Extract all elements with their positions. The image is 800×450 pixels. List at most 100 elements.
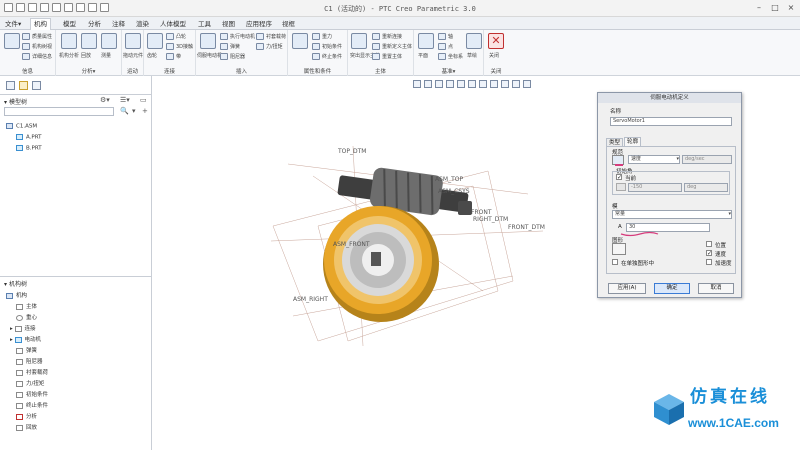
3d-contact-button[interactable]: 3D接触 <box>166 43 193 50</box>
close-icon[interactable]: × <box>784 2 798 14</box>
menu-manikin[interactable]: 人体模型 <box>160 19 186 29</box>
measure-icon[interactable] <box>616 183 626 191</box>
menu-frame[interactable]: 视框 <box>282 19 295 29</box>
find-icon[interactable]: 🔍 <box>120 107 129 115</box>
minimize-icon[interactable]: – <box>752 2 766 14</box>
menu-model[interactable]: 模型 <box>63 19 76 29</box>
mech-tree-header[interactable]: 机构树 <box>4 279 27 288</box>
mech-tree-item[interactable]: 弹簧 <box>16 346 37 354</box>
maximize-icon[interactable]: □ <box>768 2 782 14</box>
menu-render[interactable]: 渲染 <box>136 19 149 29</box>
tree-settings-icon[interactable]: ⚙▾ <box>100 96 110 104</box>
drag-components-label[interactable]: 拖动元件 <box>123 52 143 59</box>
close-window-icon[interactable] <box>100 3 109 12</box>
mass-properties-icon[interactable] <box>292 33 308 49</box>
drag-components-icon[interactable] <box>125 33 141 49</box>
mech-tree-item[interactable]: 机构 <box>6 291 27 299</box>
model-tree-tab-icon[interactable] <box>6 81 15 90</box>
velocity-checkbox[interactable]: ✓ <box>706 250 712 257</box>
open-file-icon[interactable] <box>28 3 37 12</box>
menu-analysis[interactable]: 分析 <box>88 19 101 29</box>
menu-mechanism[interactable]: 机构 <box>30 18 51 30</box>
name-field[interactable]: ServoMotor1 <box>610 117 732 126</box>
favorites-tab-icon[interactable] <box>32 81 41 90</box>
menu-view[interactable]: 视图 <box>222 19 235 29</box>
mech-analysis-label[interactable]: 机构分析 <box>59 52 79 59</box>
mech-tree-item[interactable]: 主体 <box>16 302 37 310</box>
mech-tree-item[interactable]: 力/扭矩 <box>16 379 44 387</box>
point-button[interactable]: 点 <box>438 43 453 50</box>
new-file-icon[interactable] <box>16 3 25 12</box>
initial-angle-field[interactable]: -150 <box>628 183 682 192</box>
csys-button[interactable]: 坐标系 <box>438 53 463 60</box>
initial-condition-button[interactable]: 初始条件 <box>312 43 342 50</box>
gear-label[interactable]: 齿轮 <box>147 52 157 59</box>
redo-icon[interactable] <box>64 3 73 12</box>
force-torque-button[interactable]: 力/扭矩 <box>256 43 283 50</box>
mech-tree-item[interactable]: ▸ 电动机 <box>10 335 41 343</box>
force-motor-button[interactable]: 执行电动机 <box>220 33 255 40</box>
bushing-load-button[interactable]: 衬套载荷 <box>256 33 286 40</box>
mech-tree-item[interactable]: ▸ 连接 <box>10 324 36 332</box>
sketch-label[interactable]: 草绘 <box>467 52 477 59</box>
close-mechanism-label[interactable]: 关闭 <box>489 52 499 59</box>
ok-button[interactable]: 确定 <box>654 283 690 294</box>
undo-icon[interactable] <box>52 3 61 12</box>
measure-label[interactable]: 测量 <box>101 52 111 59</box>
measure-icon[interactable] <box>101 33 117 49</box>
servo-motor-label[interactable]: 伺服电动机 <box>197 52 222 59</box>
mech-tree-item[interactable]: 终止条件 <box>16 401 48 409</box>
apply-button[interactable]: 应用(A) <box>608 283 646 294</box>
window-icon[interactable] <box>88 3 97 12</box>
redefine-bodies-button[interactable]: 重新定义主体 <box>372 43 412 50</box>
axis-button[interactable]: 轴 <box>438 33 453 40</box>
playback-icon[interactable] <box>81 33 97 49</box>
regenerate-icon[interactable] <box>76 3 85 12</box>
mech-tree-item[interactable]: 回放 <box>16 423 37 431</box>
position-checkbox[interactable] <box>706 241 712 247</box>
spec-select[interactable]: 速度 ▾ <box>628 155 680 164</box>
sketch-icon[interactable] <box>466 33 482 49</box>
playback-label[interactable]: 回放 <box>81 52 91 59</box>
save-icon[interactable] <box>40 3 49 12</box>
mech-analysis-icon[interactable] <box>61 33 77 49</box>
separate-graph-checkbox[interactable] <box>612 259 618 265</box>
mech-tree-item[interactable]: 分析 <box>16 412 37 420</box>
plane-label[interactable]: 平面 <box>418 52 428 59</box>
mech-tree-item[interactable]: 衬套载荷 <box>16 368 48 376</box>
tree-search-input[interactable] <box>4 107 114 116</box>
reset-bodies-button[interactable]: 重置主体 <box>372 53 402 60</box>
menu-applications[interactable]: 应用程序 <box>246 19 272 29</box>
mech-tree-item[interactable]: 初始条件 <box>16 390 48 398</box>
magnitude-select[interactable]: 常量 ▾ <box>612 210 732 219</box>
mech-tree-item[interactable]: 重心 <box>16 313 37 321</box>
close-mechanism-icon[interactable]: ✕ <box>488 33 504 49</box>
servo-motor-icon[interactable] <box>200 33 216 49</box>
mech-tree-item[interactable]: 阻尼器 <box>16 357 43 365</box>
gear-icon[interactable] <box>147 33 163 49</box>
cam-button[interactable]: 凸轮 <box>166 33 186 40</box>
menu-tools[interactable]: 工具 <box>198 19 211 29</box>
acceleration-checkbox[interactable] <box>706 259 712 265</box>
graph-icon[interactable] <box>612 243 626 255</box>
cancel-button[interactable]: 取消 <box>698 283 734 294</box>
mech-tree-view-button[interactable]: 机构树视 <box>22 43 52 50</box>
mass-props-button[interactable]: 质量属性 <box>22 33 52 40</box>
add-column-icon[interactable]: + <box>142 107 148 115</box>
search-options-icon[interactable]: ▾ <box>132 107 136 115</box>
plane-icon[interactable] <box>418 33 434 49</box>
tree-item-part-b[interactable]: B.PRT <box>16 145 42 152</box>
tree-item-asm[interactable]: C1.ASM <box>6 123 37 130</box>
current-checkbox[interactable]: ✓ <box>616 174 622 181</box>
model-tree-header[interactable]: 模型树 <box>4 97 27 106</box>
menu-file[interactable]: 文件▾ <box>5 19 21 29</box>
termination-condition-button[interactable]: 终止条件 <box>312 53 342 60</box>
mechanism-display-icon[interactable] <box>4 33 20 49</box>
tree-item-part-a[interactable]: A.PRT <box>16 134 42 141</box>
tree-filter-icon[interactable]: ☰▾ <box>120 96 130 104</box>
folder-tab-icon[interactable] <box>19 81 28 90</box>
damper-button[interactable]: 阻尼器 <box>220 53 245 60</box>
collapse-icon[interactable]: ▭ <box>140 96 147 104</box>
menu-annotate[interactable]: 注释 <box>112 19 125 29</box>
gravity-button[interactable]: 重力 <box>312 33 332 40</box>
